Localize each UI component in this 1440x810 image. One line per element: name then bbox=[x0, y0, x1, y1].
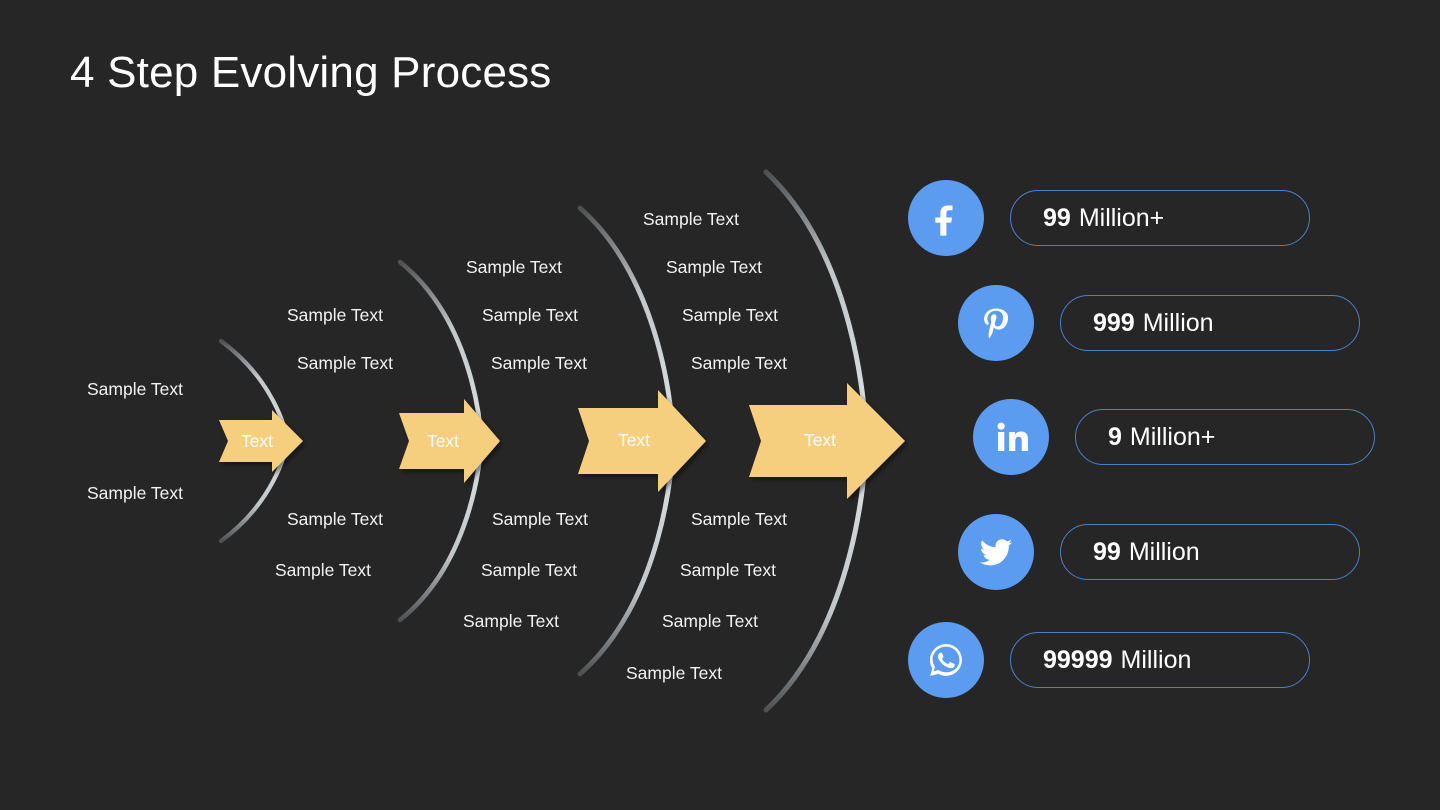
social-stats-panel: 99 Million+ 999 Million 9 Million+ 99 Mi… bbox=[900, 170, 1400, 710]
sample-label-step2-above-2: Sample Text bbox=[297, 353, 393, 373]
process-diagram bbox=[218, 169, 905, 713]
sample-label-step4-above-1: Sample Text bbox=[643, 209, 739, 229]
linkedin-icon[interactable] bbox=[973, 399, 1049, 475]
slide-canvas: 4 Step Evolving Process Text Text Text T… bbox=[0, 0, 1440, 810]
social-value-whatsapp: 99999 bbox=[1043, 645, 1113, 674]
social-row-facebook[interactable]: 99 Million+ bbox=[908, 180, 1310, 256]
sample-label-step3-below-3: Sample Text bbox=[463, 611, 559, 631]
social-value-facebook: 99 bbox=[1043, 203, 1071, 232]
social-pill-whatsapp[interactable]: 99999 Million bbox=[1010, 632, 1310, 688]
social-unit-linkedin: Million+ bbox=[1129, 422, 1216, 451]
sample-label-step4-above-4: Sample Text bbox=[691, 353, 787, 373]
social-pill-linkedin[interactable]: 9 Million+ bbox=[1075, 409, 1375, 465]
arrow-label-step-2: Text bbox=[426, 431, 460, 451]
sample-label-step4-below-4: Sample Text bbox=[626, 663, 722, 683]
sample-label-step3-above-3: Sample Text bbox=[491, 353, 587, 373]
sample-label-step4-above-3: Sample Text bbox=[682, 305, 778, 325]
social-value-twitter: 99 bbox=[1093, 537, 1121, 566]
sample-label-step3-above-1: Sample Text bbox=[466, 257, 562, 277]
sample-label-step2-above-1: Sample Text bbox=[287, 305, 383, 325]
social-row-twitter[interactable]: 99 Million bbox=[958, 514, 1360, 590]
sample-label-step3-below-1: Sample Text bbox=[492, 509, 588, 529]
pinterest-icon[interactable] bbox=[958, 285, 1034, 361]
social-value-linkedin: 9 bbox=[1108, 422, 1122, 451]
social-pill-pinterest[interactable]: 999 Million bbox=[1060, 295, 1360, 351]
arrow-label-step-3: Text bbox=[617, 430, 651, 450]
sample-label-step1-above-1: Sample Text bbox=[87, 379, 183, 399]
social-row-pinterest[interactable]: 999 Million bbox=[958, 285, 1360, 361]
sample-label-step3-above-2: Sample Text bbox=[482, 305, 578, 325]
social-pill-facebook[interactable]: 99 Million+ bbox=[1010, 190, 1310, 246]
facebook-icon[interactable] bbox=[908, 180, 984, 256]
social-unit-facebook: Million+ bbox=[1078, 203, 1165, 232]
social-unit-twitter: Million bbox=[1128, 537, 1200, 566]
arrow-label-step-4: Text bbox=[803, 430, 837, 450]
sample-label-step4-below-3: Sample Text bbox=[662, 611, 758, 631]
social-row-whatsapp[interactable]: 99999 Million bbox=[908, 622, 1310, 698]
sample-label-step2-below-2: Sample Text bbox=[275, 560, 371, 580]
sample-label-step3-below-2: Sample Text bbox=[481, 560, 577, 580]
sample-label-step4-below-1: Sample Text bbox=[691, 509, 787, 529]
whatsapp-icon[interactable] bbox=[908, 622, 984, 698]
twitter-icon[interactable] bbox=[958, 514, 1034, 590]
sample-label-step1-below-1: Sample Text bbox=[87, 483, 183, 503]
sample-label-step4-below-2: Sample Text bbox=[680, 560, 776, 580]
sample-label-step2-below-1: Sample Text bbox=[287, 509, 383, 529]
arrow-label-step-1: Text bbox=[240, 431, 274, 451]
social-pill-twitter[interactable]: 99 Million bbox=[1060, 524, 1360, 580]
social-unit-pinterest: Million bbox=[1142, 308, 1214, 337]
social-value-pinterest: 999 bbox=[1093, 308, 1135, 337]
sample-label-step4-above-2: Sample Text bbox=[666, 257, 762, 277]
social-row-linkedin[interactable]: 9 Million+ bbox=[973, 399, 1375, 475]
social-unit-whatsapp: Million bbox=[1120, 645, 1192, 674]
